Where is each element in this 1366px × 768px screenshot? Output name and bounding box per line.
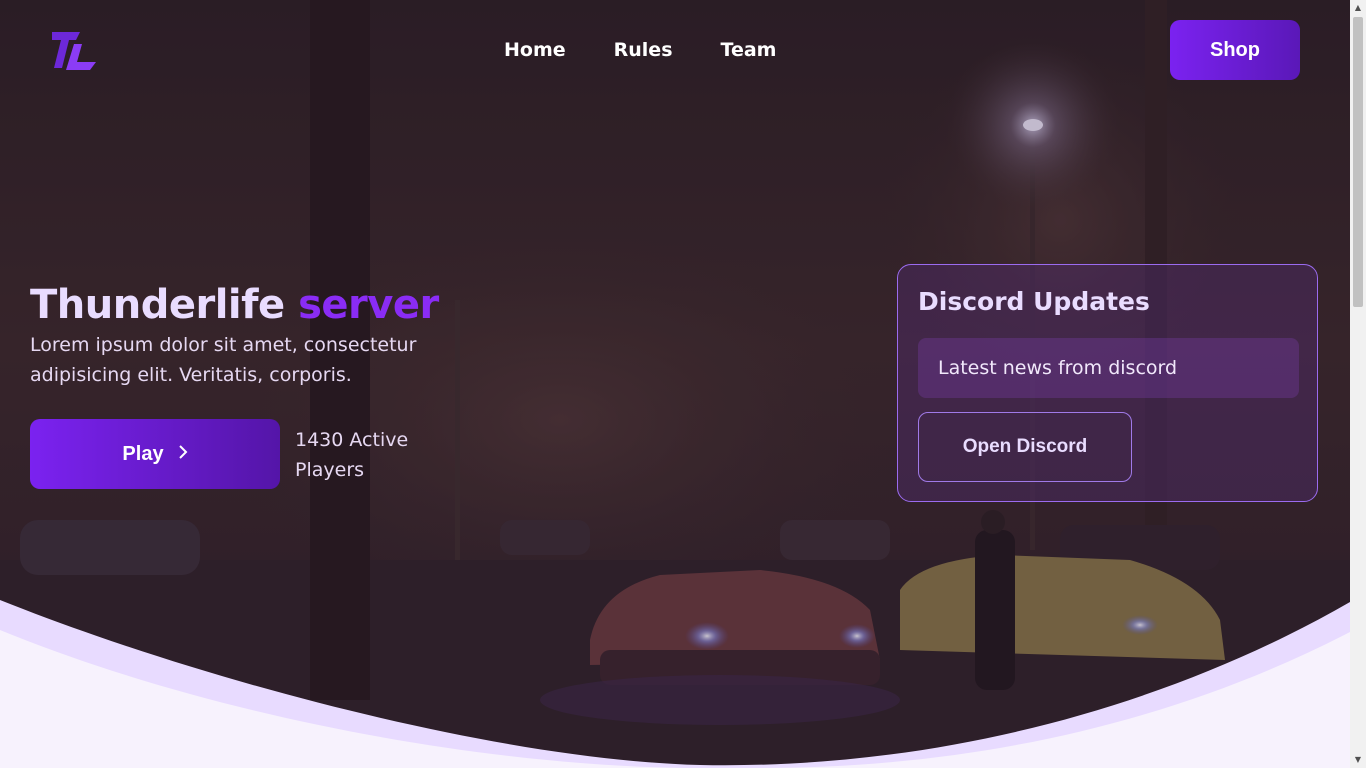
chevron-right-icon [178,444,188,465]
page-viewport: Home Rules Team Shop Thunderlife server … [0,0,1366,768]
active-players-count: 1430 Active Players [295,429,409,481]
scroll-up-arrow-icon[interactable]: ▲ [1350,0,1366,16]
nav-rules-link[interactable]: Rules [614,36,673,64]
play-button-label: Play [122,442,164,465]
play-button[interactable]: Play [30,419,280,489]
nav-home-link[interactable]: Home [504,36,566,64]
discord-news-item: Latest news from discord [918,338,1299,398]
nav-team-link[interactable]: Team [721,36,777,64]
page-scrollbar[interactable]: ▲ ▼ [1350,0,1366,768]
hero-title-main: Thunderlife [30,282,285,328]
discord-card-title: Discord Updates [918,287,1150,316]
open-discord-button[interactable]: Open Discord [918,412,1132,482]
hero-title-accent: server [298,282,439,328]
hero-title: Thunderlife server [30,282,439,328]
scrollbar-thumb[interactable] [1353,17,1363,307]
scroll-down-arrow-icon[interactable]: ▼ [1350,752,1366,768]
shop-button[interactable]: Shop [1170,20,1300,80]
hero-description: Lorem ipsum dolor sit amet, consectetur … [30,334,417,386]
discord-updates-card: Discord Updates Latest news from discord… [897,264,1318,502]
main-nav: Home Rules Team [504,36,776,64]
thunderlife-logo-icon[interactable] [50,30,98,72]
